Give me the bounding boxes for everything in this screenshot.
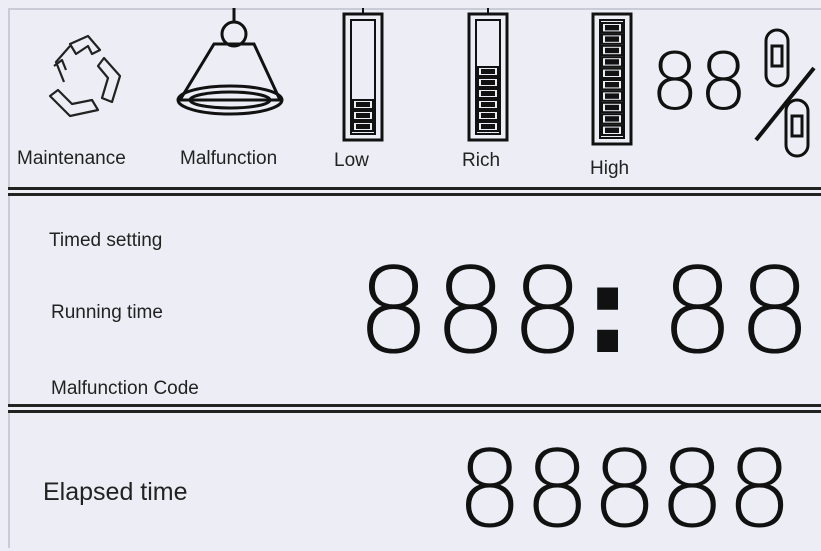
- elapsed-time-label: Elapsed time: [43, 478, 188, 506]
- gauge-segment-fill: [481, 113, 495, 118]
- high-label: High: [590, 158, 630, 179]
- percent-value: 88: [650, 38, 748, 128]
- gauge-segment-fill: [356, 124, 370, 129]
- gauge-segment-fill: [605, 25, 619, 31]
- top-divider: [8, 187, 821, 196]
- gauge-segment-fill: [481, 102, 495, 107]
- maintenance-recycle-icon: [48, 34, 122, 118]
- percent-sign-icon: [754, 28, 816, 158]
- gauge-segment-fill: [481, 91, 495, 96]
- maintenance-label: Maintenance: [17, 148, 126, 169]
- running-time-label: Running time: [51, 302, 163, 323]
- malfunction-code-label: Malfunction Code: [51, 378, 199, 399]
- rich-label: Rich: [462, 150, 501, 171]
- elapsed-time-digits: 88888: [456, 428, 794, 551]
- gauge-segment-fill: [481, 69, 495, 74]
- middle-divider: [8, 404, 821, 413]
- low-label: Low: [334, 150, 369, 171]
- gauge-segment-fill: [605, 82, 619, 88]
- gauge-segment-fill: [605, 127, 619, 133]
- low-level-gauge: [342, 8, 384, 142]
- lcd-panel: Maintenance Malfunction Low Rich High 88…: [0, 0, 821, 548]
- rich-level-gauge: [467, 8, 509, 142]
- malfunction-label: Malfunction: [180, 148, 278, 169]
- gauge-segment-fill: [356, 113, 370, 118]
- high-level-gauge: [591, 12, 633, 146]
- gauge-segment-fill: [605, 116, 619, 122]
- panel-left-border: [8, 10, 10, 548]
- gauge-segment-fill: [605, 93, 619, 99]
- gauge-segment-fill: [481, 80, 495, 85]
- timer-colon: :: [584, 242, 634, 380]
- timer-hours-digits: 888: [356, 242, 588, 380]
- gauge-segment-fill: [605, 104, 619, 111]
- timer-minutes-digits: 88: [660, 242, 815, 380]
- gauge-segment-fill: [605, 70, 619, 76]
- panel-top-border: [8, 8, 821, 10]
- gauge-segment-fill: [605, 47, 619, 54]
- gauge-segment-fill: [605, 59, 619, 65]
- gauge-segment-fill: [481, 124, 495, 129]
- malfunction-alarm-icon: [176, 8, 284, 116]
- gauge-segment-fill: [356, 102, 370, 107]
- gauge-segment-fill: [605, 36, 619, 42]
- timed-setting-label: Timed setting: [49, 230, 163, 251]
